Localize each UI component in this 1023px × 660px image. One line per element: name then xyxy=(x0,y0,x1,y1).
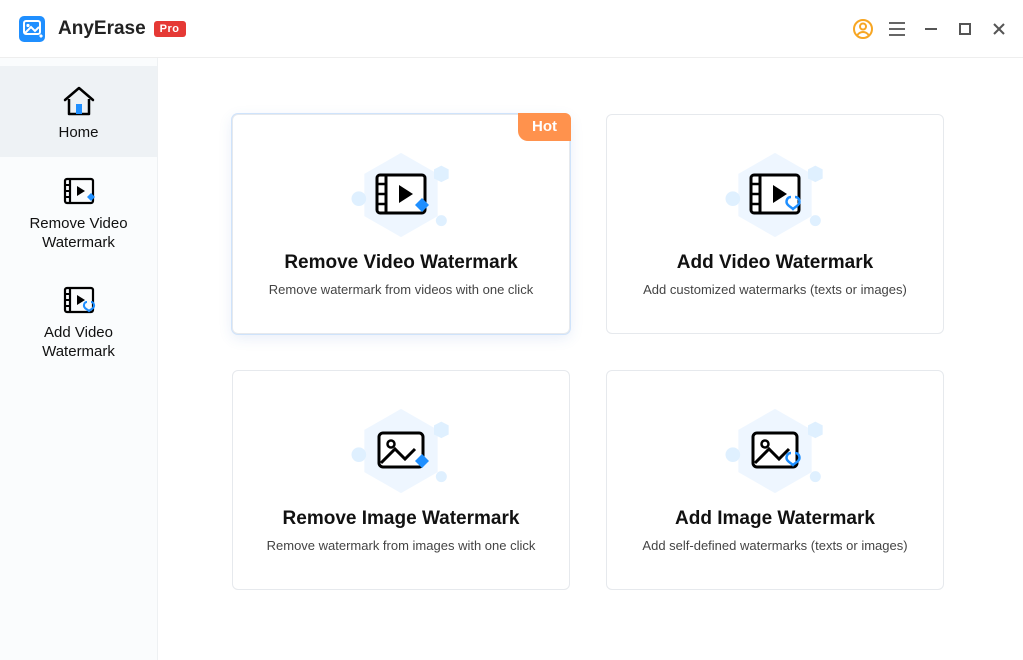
menu-icon[interactable] xyxy=(883,15,911,43)
remove-image-card-icon xyxy=(346,406,456,496)
minimize-button[interactable] xyxy=(917,15,945,43)
card-title: Remove Video Watermark xyxy=(284,252,517,274)
sidebar-item-label: Home xyxy=(58,124,98,143)
sidebar-item-add-video[interactable]: Add Video Watermark xyxy=(0,266,157,376)
home-icon xyxy=(57,84,101,118)
sidebar-item-label: Add Video Watermark xyxy=(42,324,115,362)
remove-video-icon xyxy=(57,175,101,209)
add-image-card-icon xyxy=(720,406,830,496)
app-logo-icon xyxy=(16,13,48,45)
maximize-button[interactable] xyxy=(951,15,979,43)
cards-grid: Hot xyxy=(232,114,979,590)
card-add-image-watermark[interactable]: Add Image Watermark Add self-defined wat… xyxy=(606,370,944,590)
titlebar: AnyErase Pro xyxy=(0,0,1023,58)
card-remove-image-watermark[interactable]: Remove Image Watermark Remove watermark … xyxy=(232,370,570,590)
sidebar-item-home[interactable]: Home xyxy=(0,66,157,157)
sidebar: Home Remove Video Watermark xyxy=(0,58,158,660)
card-desc: Remove watermark from videos with one cl… xyxy=(269,282,533,297)
close-button[interactable] xyxy=(985,15,1013,43)
add-video-card-icon xyxy=(720,150,830,240)
app-name: AnyErase xyxy=(58,18,146,40)
sidebar-item-remove-video[interactable]: Remove Video Watermark xyxy=(0,157,157,267)
add-video-icon xyxy=(57,284,101,318)
hot-badge: Hot xyxy=(518,113,571,141)
card-desc: Add self-defined watermarks (texts or im… xyxy=(642,538,907,553)
account-icon[interactable] xyxy=(849,15,877,43)
card-title: Add Video Watermark xyxy=(677,252,873,274)
remove-video-card-icon xyxy=(346,150,456,240)
pro-badge: Pro xyxy=(154,21,186,37)
sidebar-item-label: Remove Video Watermark xyxy=(29,215,127,253)
card-desc: Add customized watermarks (texts or imag… xyxy=(643,282,907,297)
card-title: Add Image Watermark xyxy=(675,508,875,530)
card-add-video-watermark[interactable]: Add Video Watermark Add customized water… xyxy=(606,114,944,334)
content: Hot xyxy=(158,58,1023,660)
main: Home Remove Video Watermark xyxy=(0,58,1023,660)
card-remove-video-watermark[interactable]: Hot xyxy=(232,114,570,334)
card-title: Remove Image Watermark xyxy=(283,508,520,530)
card-desc: Remove watermark from images with one cl… xyxy=(267,538,536,553)
